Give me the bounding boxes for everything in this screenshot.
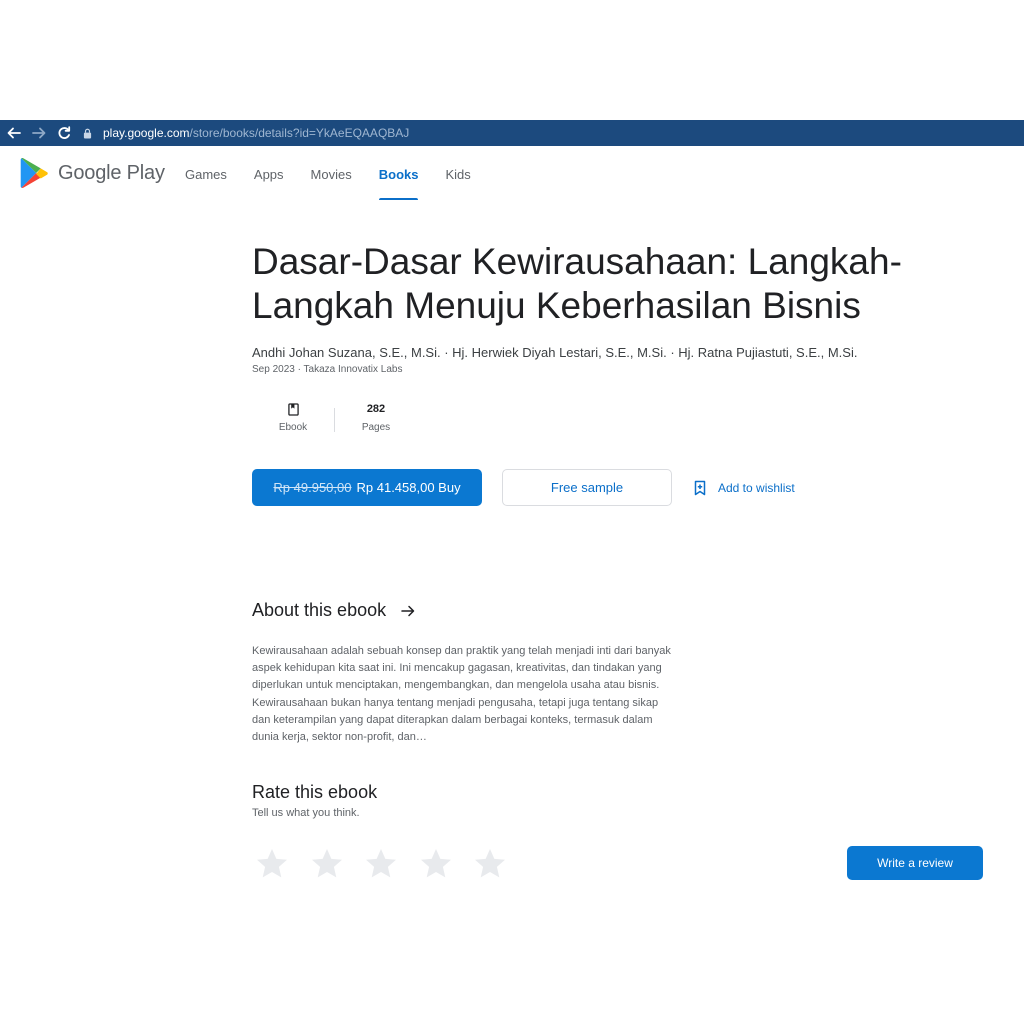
forward-arrow-icon [32,127,46,139]
about-ebook-link[interactable]: About this ebook [252,600,416,621]
book-title: Dasar-Dasar Kewirausahaan: Langkah-Langk… [252,241,902,326]
star-icon[interactable] [472,846,508,882]
google-play-icon [20,157,48,189]
rate-title: Rate this ebook [252,782,378,802]
add-to-wishlist-button[interactable]: Add to wishlist [692,469,795,506]
back-button[interactable] [3,122,25,144]
tab-books[interactable]: Books [378,146,418,202]
star-icon[interactable] [418,846,454,882]
star-icon[interactable] [309,846,345,882]
url-host: play.google.com [103,126,190,140]
ebook-icon [287,402,299,416]
lock-icon [83,126,95,140]
stat-pages-label: Pages [361,422,391,433]
tab-apps[interactable]: Apps [254,146,284,202]
about-description: Kewirausahaan adalah sebuah konsep dan p… [252,645,671,744]
about-title: About this ebook [252,600,387,620]
address-bar[interactable]: play.google.com /store/books/details?id=… [83,123,409,143]
tab-games[interactable]: Games [185,146,227,202]
book-stats: Ebook 282 Pages [252,400,417,440]
logo-text: Google Play [58,161,165,184]
star-icon[interactable] [254,846,290,882]
star-icon[interactable] [363,846,399,882]
stat-format-label: Ebook [278,422,308,433]
write-review-button[interactable]: Write a review [847,846,983,880]
book-publish-info: Sep 2023 · Takaza Innovatix Labs [252,364,403,375]
stat-pages: 282 Pages [335,400,417,440]
free-sample-button[interactable]: Free sample [502,469,672,506]
reload-button[interactable] [53,122,75,144]
category-tabs: Games Apps Movies Books Kids [185,146,498,202]
stat-format: Ebook [252,400,334,440]
original-price: Rp 49.950,00 [273,480,352,495]
book-authors[interactable]: Andhi Johan Suzana, S.E., M.Si. · Hj. He… [252,345,857,360]
arrow-right-icon [401,605,415,616]
buy-button[interactable]: Rp 49.950,00 Rp 41.458,00 Buy [252,469,482,506]
play-header: Google Play Games Apps Movies Books Kids [0,146,1024,202]
bookmark-add-icon [694,480,706,495]
wishlist-label: Add to wishlist [718,480,795,495]
buy-label: Rp 41.458,00 Buy [356,480,461,495]
url-path: /store/books/details?id=YkAeEQAAQBAJ [189,126,410,140]
rate-subtitle: Tell us what you think. [252,807,360,819]
browser-toolbar: play.google.com /store/books/details?id=… [0,120,1024,146]
reload-icon [58,126,71,139]
tab-movies[interactable]: Movies [311,146,352,202]
star-rating [254,846,527,882]
google-play-logo[interactable]: Google Play [20,157,165,189]
back-arrow-icon [7,127,21,139]
stat-pages-value: 282 [366,403,386,415]
forward-button[interactable] [28,122,50,144]
tab-kids[interactable]: Kids [445,146,470,202]
